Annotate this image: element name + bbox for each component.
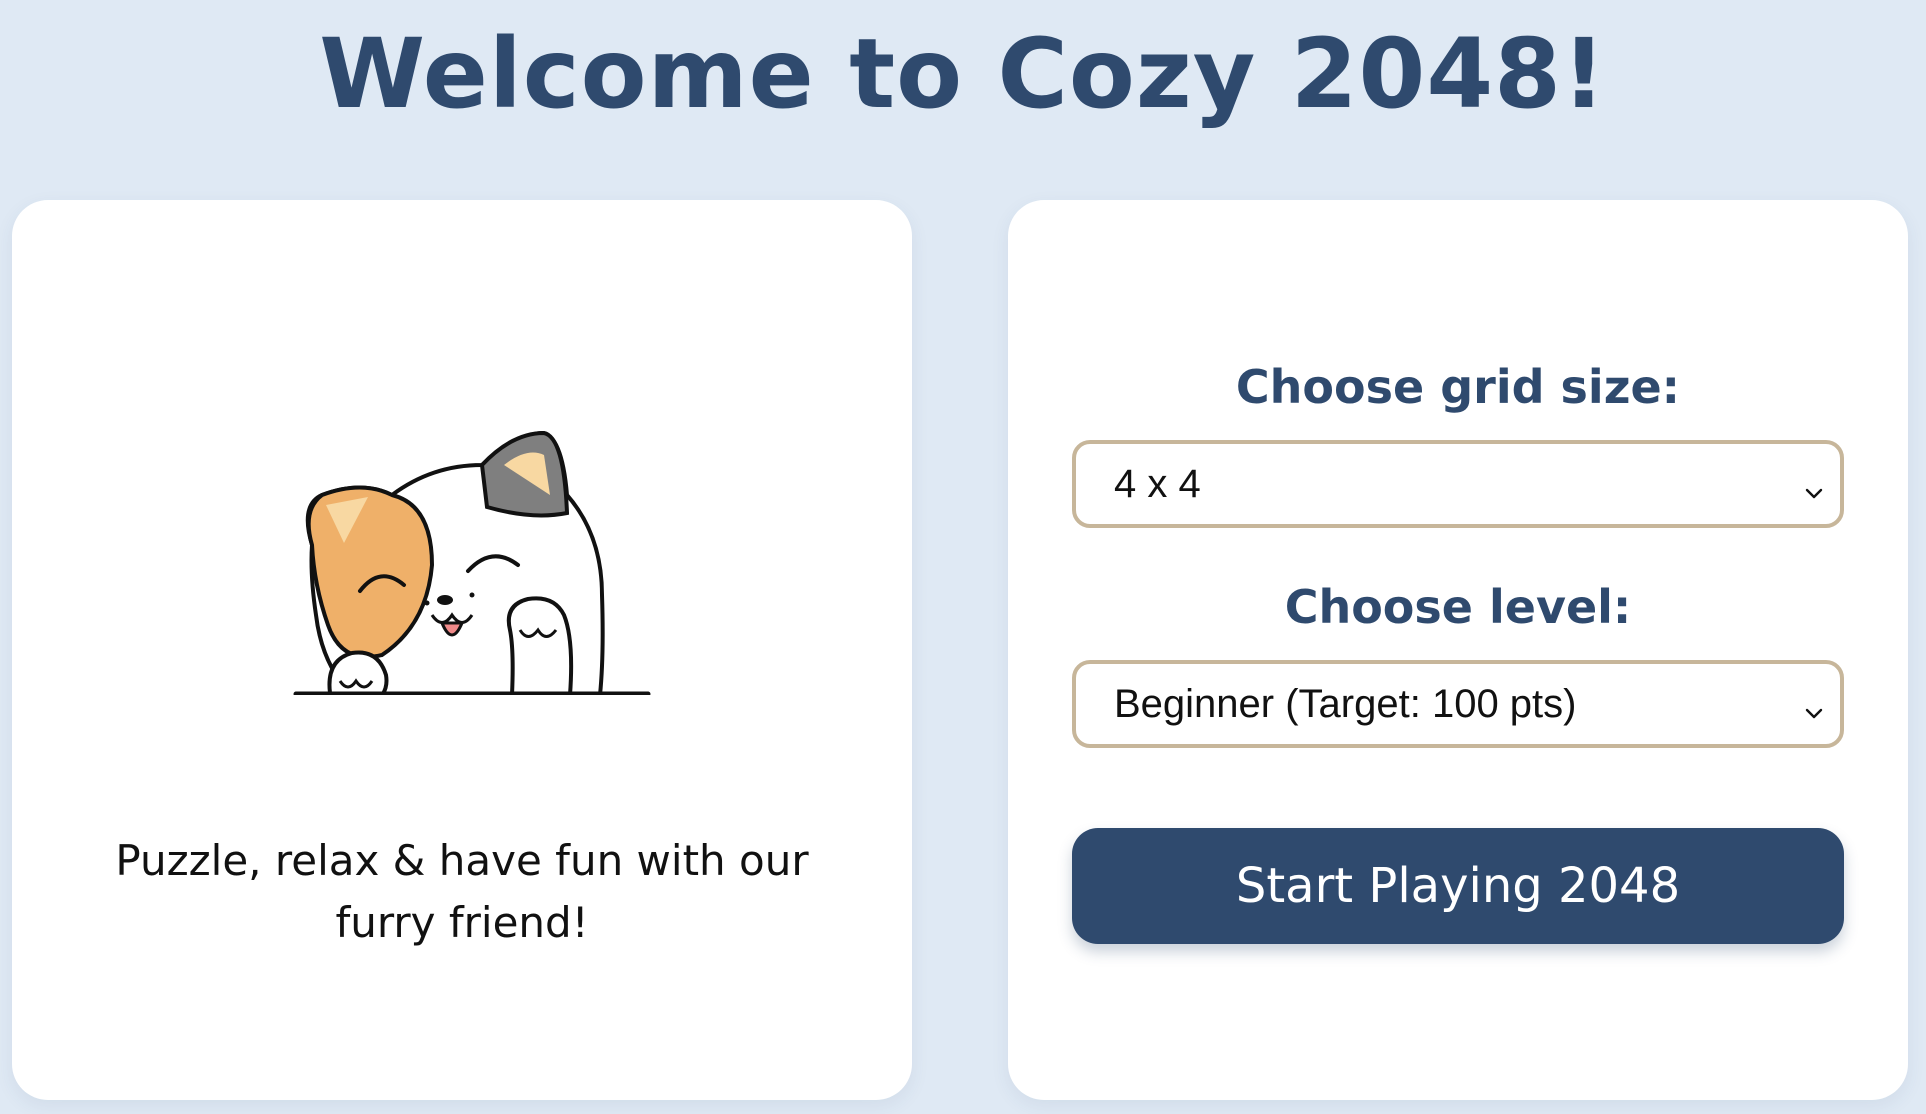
chevron-down-icon [1802,470,1826,499]
level-value: Beginner (Target: 100 pts) [1114,681,1577,726]
mascot-card: Puzzle, relax & have fun with our furry … [12,200,912,1100]
chevron-down-icon [1802,690,1826,719]
cat-illustration [282,425,662,697]
level-select[interactable]: Beginner (Target: 100 pts) [1072,660,1844,748]
tagline: Puzzle, relax & have fun with our furry … [115,836,809,947]
grid-size-value: 4 x 4 [1114,461,1201,506]
grid-size-label: Choose grid size: [1235,360,1681,414]
settings-card: Choose grid size: 4 x 4 Choose level: Be… [1008,200,1908,1100]
start-playing-button[interactable]: Start Playing 2048 [1072,828,1844,944]
grid-size-select[interactable]: 4 x 4 [1072,440,1844,528]
page-title: Welcome to Cozy 2048! [319,18,1607,130]
level-label: Choose level: [1284,580,1632,634]
